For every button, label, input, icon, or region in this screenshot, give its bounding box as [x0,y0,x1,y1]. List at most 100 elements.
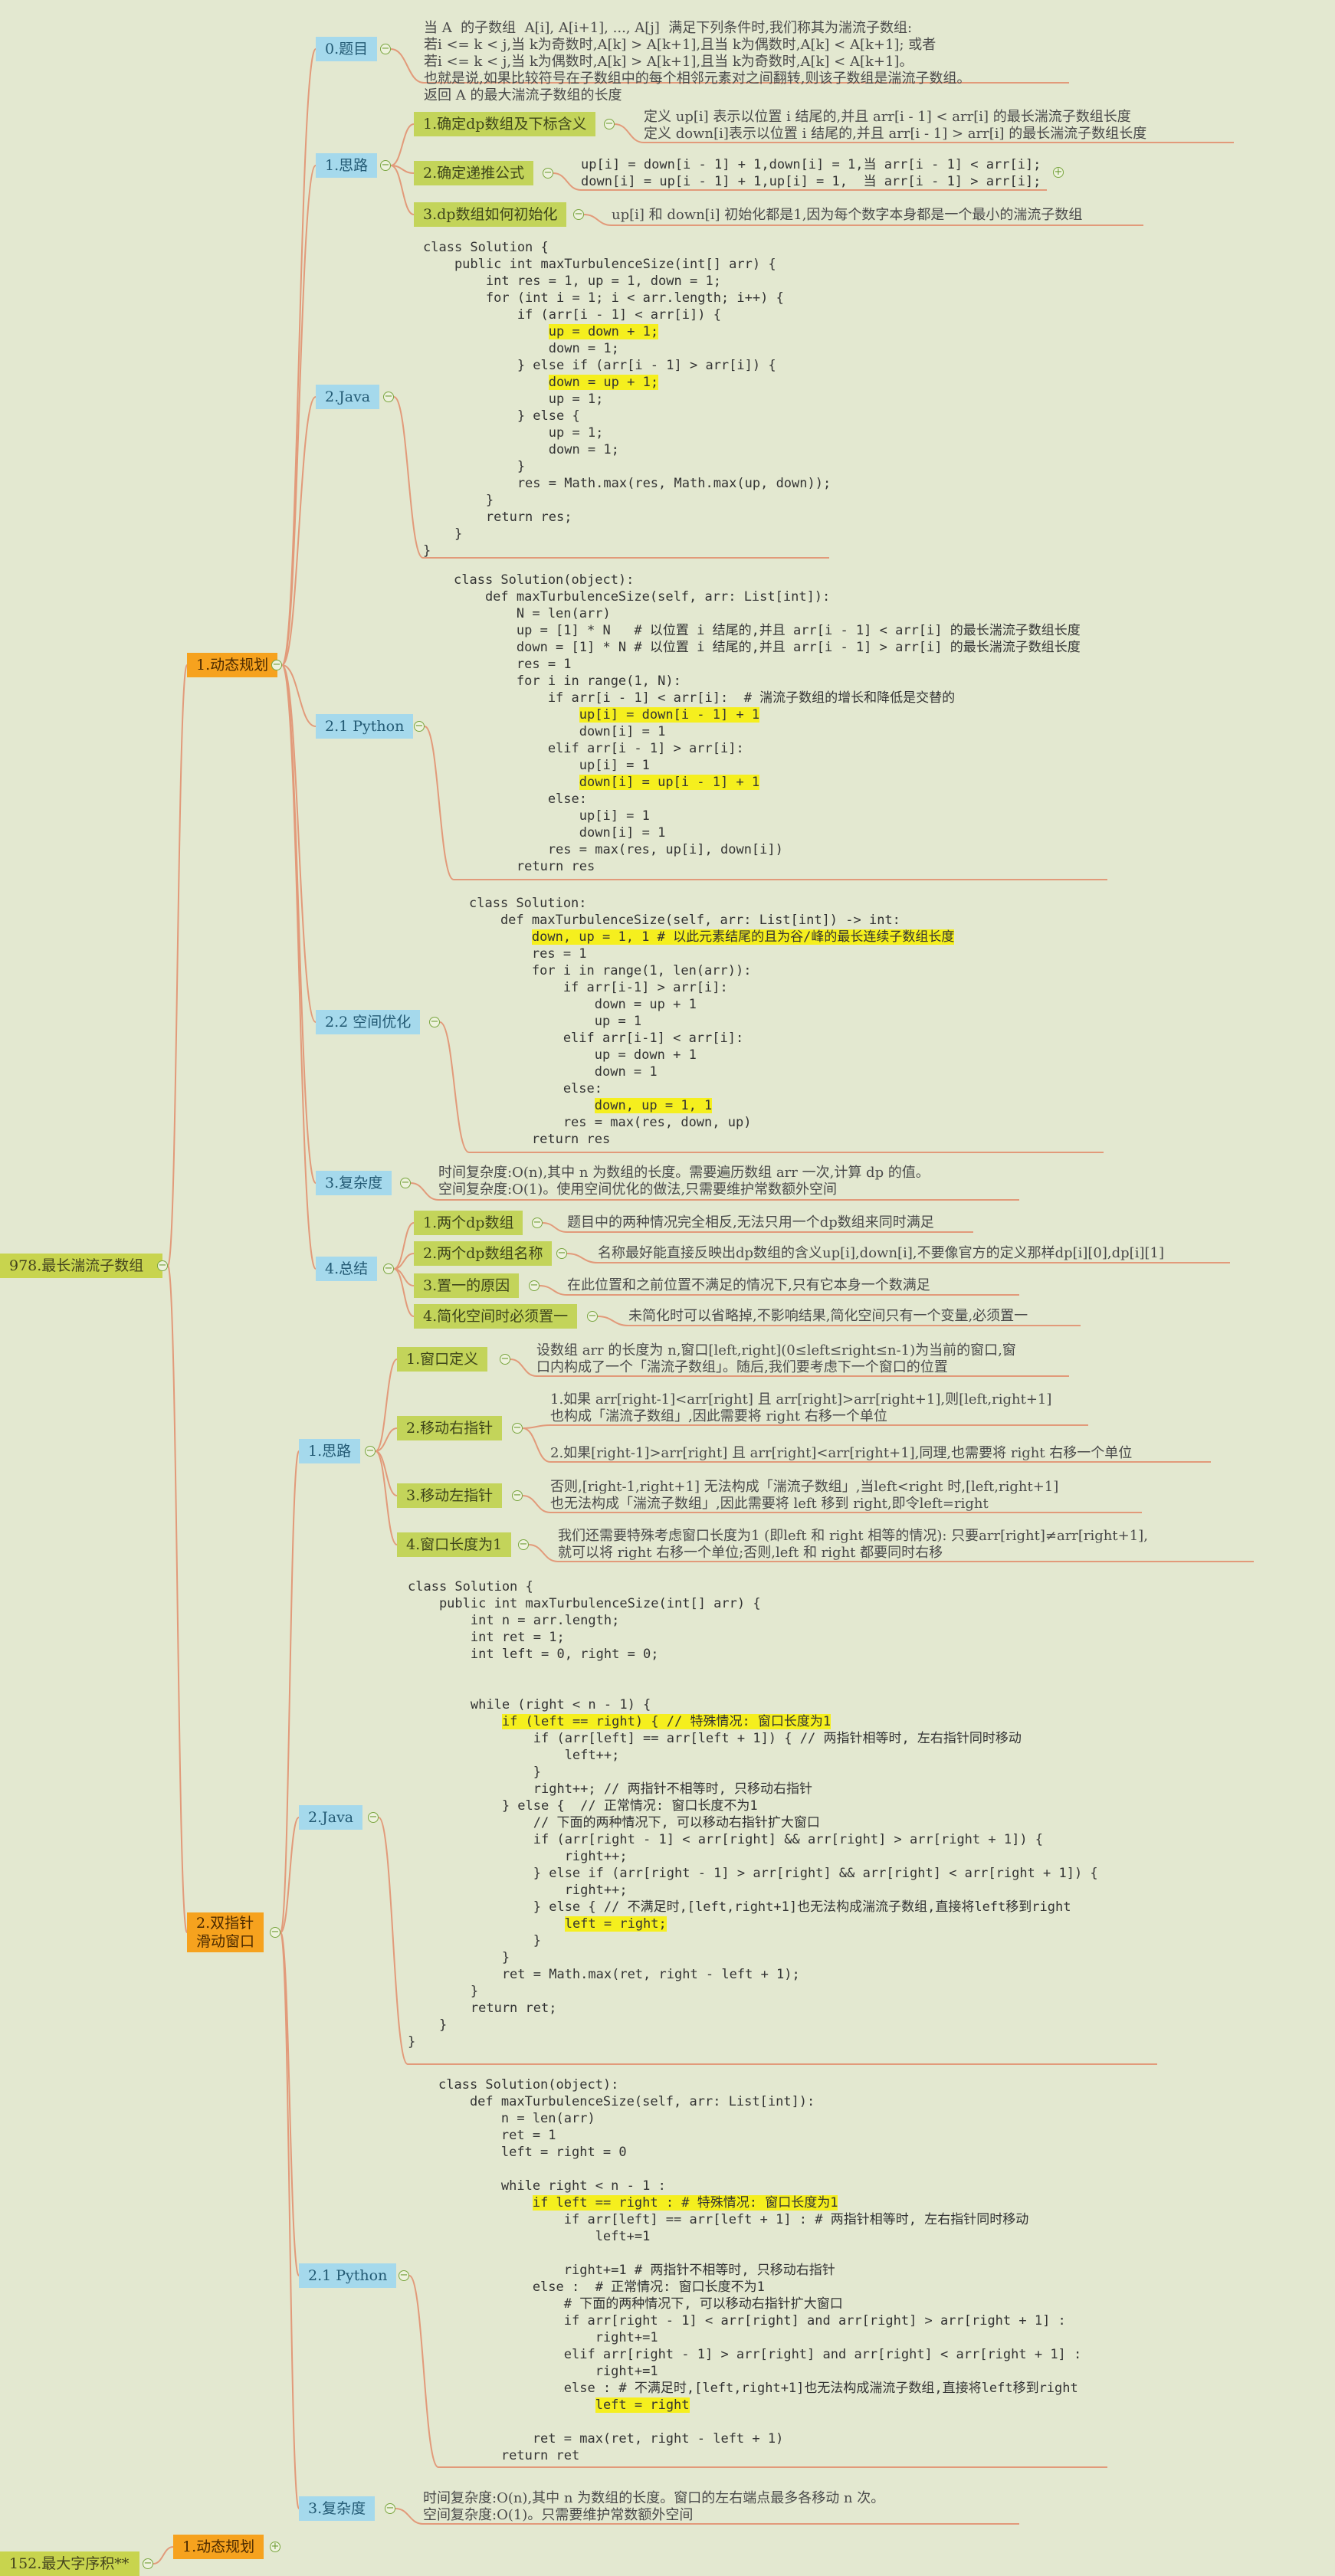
node-move-left[interactable]: 3.移动左指针 [397,1483,503,1508]
expand-152-dp-icon[interactable]: + [270,2542,280,2552]
branch-link [410,1182,439,1201]
highlighted-code: down = up + 1; [548,375,659,390]
node-152-dp[interactable]: 1.动态规划 [173,2535,264,2559]
code-line: up = down + 1; [423,323,831,340]
branch-link [281,48,317,666]
collapse-dp-icon[interactable]: − [271,660,282,670]
collapse-move-right-icon[interactable]: − [512,1423,523,1434]
collapse-dp-idea-icon[interactable]: − [380,160,391,171]
highlighted-code: if left == right : # 特殊情况: 窗口长度为1 [532,2195,838,2211]
node-tp-python[interactable]: 2.1 Python [299,2263,397,2288]
highlighted-code: down, up = 1, 1 # 以此元素结尾的且为谷/峰的最长连续子数组长度 [531,929,955,945]
code-line: N = len(arr) [454,606,611,621]
node-window-one[interactable]: 4.窗口长度为1 [397,1532,512,1557]
node-dynamic-programming[interactable]: 1.动态规划 [187,653,278,677]
highlighted-code: up[i] = down[i - 1] + 1 [579,707,760,723]
node-dp-java[interactable]: 2.Java [316,385,380,409]
collapse-summary-3-icon[interactable]: − [529,1280,540,1291]
collapse-init-icon[interactable]: − [573,209,584,220]
branch-link [510,1358,537,1377]
code-line: up = 1; [423,425,604,441]
code-line: if arr[i - 1] < arr[i]: # 湍流子数组的增长和降低是交替… [454,690,956,706]
branch-link [439,1021,470,1153]
code-line: class Solution(object): [454,572,635,588]
code-line: res = max(res, down, up) [469,1115,752,1130]
node-dp-idea[interactable]: 1.思路 [316,153,378,178]
node-summary[interactable]: 4.总结 [316,1257,378,1281]
collapse-dp-python-icon[interactable]: − [414,721,425,732]
code-line: } [408,2034,416,2050]
node-dp-python[interactable]: 2.1 Python [316,714,414,739]
node-tp-java[interactable]: 2.Java [299,1805,363,1830]
code-line: class Solution { [423,240,549,255]
collapse-tp-java-icon[interactable]: − [368,1812,379,1823]
code-line: if arr[i-1] > arr[i]: [469,980,728,995]
node-problem[interactable]: 0.题目 [316,37,378,61]
code-line: } else if (arr[i - 1] > arr[i]) { [423,358,776,373]
node-init[interactable]: 3.dp数组如何初始化 [414,202,567,227]
code-line: up = [1] * N # 以位置 i 结尾的,并且 arr[i - 1] <… [454,623,1081,638]
collapse-define-icon[interactable]: − [604,119,615,129]
node-dp-complexity[interactable]: 3.复杂度 [316,1171,392,1195]
node-define-dp[interactable]: 1.确定dp数组及下标含义 [414,112,596,136]
collapse-window-one-icon[interactable]: − [518,1539,529,1550]
collapse-move-left-icon[interactable]: − [512,1490,523,1501]
highlighted-code: up = down + 1; [548,324,659,339]
code-line: down = up + 1 [469,997,697,1012]
expand-recurrence-icon[interactable]: + [1053,167,1064,178]
collapse-tp-python-icon[interactable]: − [399,2270,409,2281]
collapse-tp-complexity-icon[interactable]: − [385,2503,395,2514]
move-left-text: 否则,[right-1,right+1] 无法构成「湍流子数组」,当left<r… [550,1479,1058,1512]
node-window-def[interactable]: 1.窗口定义 [397,1347,488,1372]
code-line: up = 1 [469,1014,642,1029]
node-space-optimization[interactable]: 2.2 空间优化 [316,1010,421,1034]
code-line: ret = max(ret, right - left + 1) [438,2431,784,2447]
node-summary-2[interactable]: 2.两个dp数组名称 [414,1241,553,1266]
root-node-152[interactable]: 152.最大字序积** [0,2551,139,2576]
collapse-summary-2-icon[interactable]: − [556,1248,567,1259]
collapse-recurrence-icon[interactable]: − [543,168,553,179]
collapse-tp-idea-icon[interactable]: − [365,1446,376,1457]
node-summary-4[interactable]: 4.简化空间时必须置一 [414,1304,578,1329]
branch-link [375,1450,398,1545]
collapse-dp-java-icon[interactable]: − [383,392,394,402]
node-summary-3[interactable]: 3.置一的原因 [414,1273,520,1298]
code-line: while (right < n - 1) { [408,1697,651,1712]
node-tp-complexity[interactable]: 3.复杂度 [299,2496,376,2521]
window-one-line-2: 就可以将 right 右移一个单位;否则,left 和 right 都要同时右移 [558,1545,943,1561]
code-line: # 下面的两种情况下, 可以移动右指针扩大窗口 [438,2296,843,2312]
root-node-978[interactable]: 978.最长湍流子数组 [0,1254,162,1278]
collapse-problem-icon[interactable]: − [380,44,391,54]
collapse-summary-1-icon[interactable]: − [532,1218,543,1228]
node-move-right[interactable]: 2.移动右指针 [397,1416,503,1440]
collapse-window-def-icon[interactable]: − [500,1354,510,1365]
code-line: down = 1 [469,1064,658,1080]
summary-3-text: 在此位置和之前位置不满足的情况下,只有它本身一个数满足 [567,1277,930,1293]
node-summary-1[interactable]: 1.两个dp数组 [414,1211,523,1235]
code-line: if (arr[left] == arr[left + 1]) { // 两指针… [408,1731,1022,1746]
node-tp-idea[interactable]: 1.思路 [299,1439,361,1463]
node-two-pointers[interactable]: 2.双指针 滑动窗口 [187,1912,264,1952]
collapse-two-pointers-icon[interactable]: − [270,1927,280,1938]
code-line: class Solution(object): [438,2077,619,2093]
code-line: } [408,2017,448,2033]
problem-text: 当 A 的子数组 A[i], A[i+1], ..., A[j] 满足下列条件时… [424,3,970,104]
node-recurrence[interactable]: 2.确定递推公式 [414,161,534,185]
collapse-summary-icon[interactable]: − [383,1263,394,1274]
move-right-line-1: 1.如果 arr[right-1]<arr[right] 且 arr[right… [550,1391,1052,1408]
code-line: up = 1; [423,392,604,407]
code-line: down = [1] * N # 以位置 i 结尾的,并且 arr[i - 1]… [454,640,1081,655]
collapse-root-icon[interactable]: − [157,1260,168,1271]
collapse-summary-4-icon[interactable]: − [587,1311,598,1322]
code-line: class Solution: [469,896,587,911]
recurrence-line-1: up[i] = down[i - 1] + 1,down[i] = 1,当 ar… [581,157,1041,172]
tp-java-code: class Solution { public int maxTurbulenc… [408,1578,1098,2050]
collapse-space-icon[interactable]: − [429,1017,440,1027]
collapse-dp-complexity-icon[interactable]: − [400,1178,411,1188]
collapse-root-152-icon[interactable]: − [143,2558,153,2569]
code-line: def maxTurbulenceSize(self, arr: List[in… [438,2094,815,2109]
highlighted-code: down[i] = up[i - 1] + 1 [579,775,760,790]
code-line: res = 1 [454,657,572,672]
